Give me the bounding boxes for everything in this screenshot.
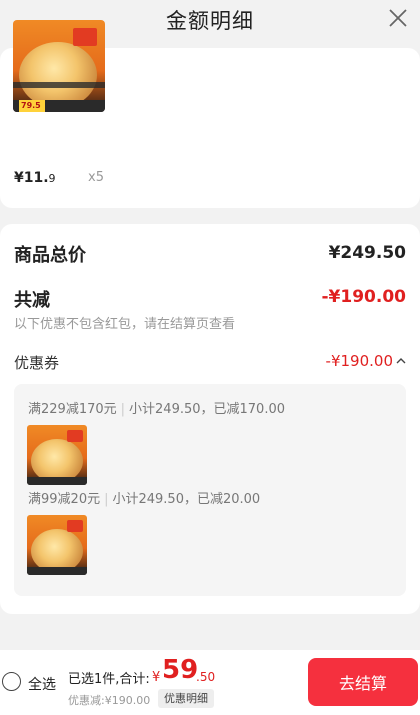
reduce-value: -¥190.00: [321, 287, 407, 307]
discount-detail-button[interactable]: 优惠明细: [158, 689, 214, 708]
deal-rule-text: 满99减20元: [28, 492, 101, 507]
deal-detail-text: 小计249.50，已减20.00: [112, 492, 261, 507]
close-icon[interactable]: [388, 8, 408, 28]
total-label: 商品总价: [14, 245, 86, 266]
select-all-label[interactable]: 全选: [28, 674, 56, 694]
reduce-label: 共减: [14, 290, 50, 311]
total-dec: .50: [196, 670, 216, 684]
select-all-radio[interactable]: [2, 672, 21, 691]
divider: |: [104, 492, 109, 507]
coupon-label: 优惠券: [14, 354, 60, 372]
deal-detail-text: 小计249.50，已减170.00: [129, 402, 286, 417]
discount-text: 优惠减:¥190.00: [68, 694, 151, 707]
total-int: 59: [162, 655, 199, 685]
deal-rule-2: 满99减20元 | 小计249.50，已减20.00: [28, 488, 260, 507]
total-currency: ¥: [152, 670, 161, 685]
item-price-dec: 9: [48, 172, 56, 185]
deal-rule-text: 满229减170元: [28, 402, 117, 417]
image-price-tag: 79.5: [19, 100, 45, 112]
checkout-button[interactable]: 去结算: [308, 658, 418, 706]
chevron-up-icon: [396, 358, 406, 364]
coupon-toggle[interactable]: -¥190.00: [326, 352, 406, 370]
coupon-value: -¥190.00: [325, 352, 393, 370]
deal-product-image: [27, 425, 87, 485]
product-image[interactable]: 79.5: [13, 20, 105, 112]
divider: |: [120, 402, 126, 417]
item-price: ¥11.9: [14, 170, 56, 186]
page-title: 金额明细: [166, 9, 254, 33]
item-quantity: x5: [88, 170, 104, 185]
deal-product-image: [27, 515, 87, 575]
total-value: ¥249.50: [328, 243, 406, 263]
deal-rule-1: 满229减170元 | 小计249.50，已减170.00: [28, 398, 285, 417]
reduce-note: 以下优惠不包含红包，请在结算页查看: [14, 317, 236, 332]
selected-summary: 已选1件,合计:: [68, 672, 150, 687]
item-price-int: ¥11.: [14, 170, 49, 186]
